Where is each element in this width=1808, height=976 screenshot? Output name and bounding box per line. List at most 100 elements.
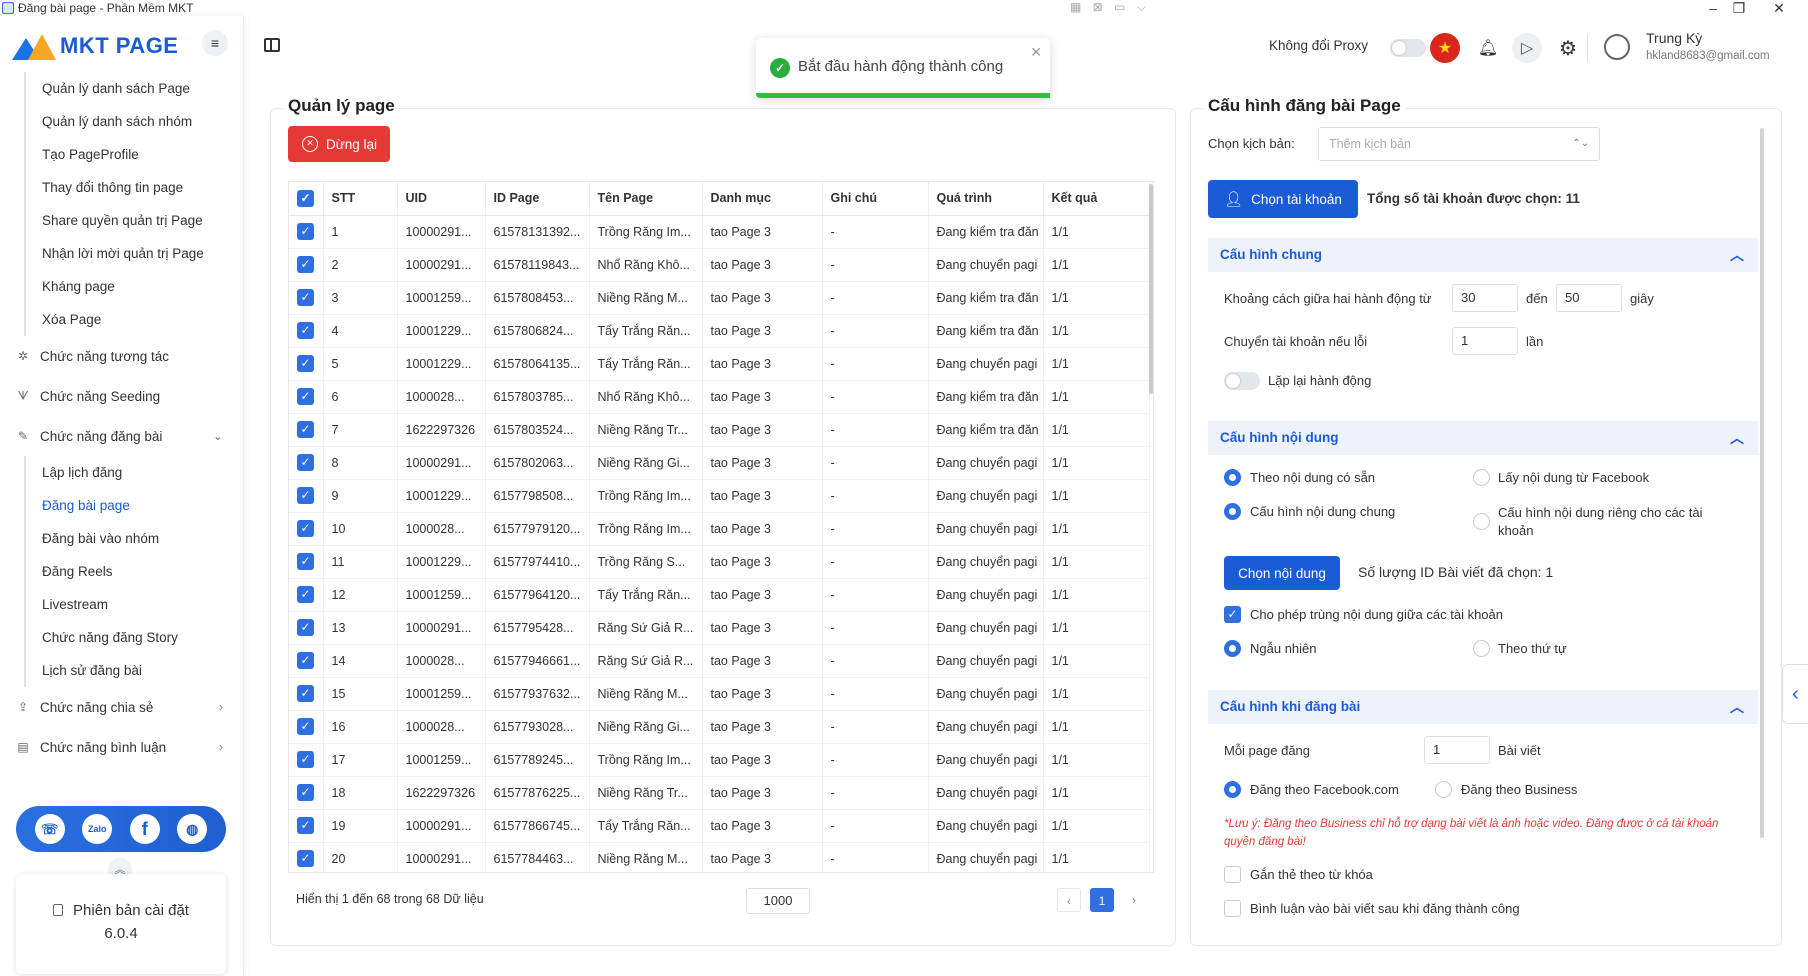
table-row[interactable]: ✓ 3 10001259... 6157808453... Niềng Răng M..… — [289, 281, 1150, 315]
table-row[interactable]: ✓ 6 1000028... 6157803785... Nhổ Răng Khô...… — [289, 380, 1150, 414]
table-row[interactable]: ✓ 4 10001229... 6157806824... Tẩy Trắng Răn.… — [289, 314, 1150, 348]
per-page-input[interactable]: 1 — [1424, 736, 1490, 764]
stop-button[interactable]: ✕ Dừng lại — [288, 126, 390, 162]
row-checkbox[interactable]: ✓ — [289, 380, 324, 414]
row-checkbox[interactable]: ✓ — [289, 677, 324, 711]
sidebar-group-posting[interactable]: ✎ Chức năng đăng bài ⌄ — [0, 416, 243, 456]
user-name[interactable]: Trung Kỳ — [1646, 30, 1702, 46]
row-checkbox[interactable]: ✓ — [289, 413, 324, 447]
sidebar-group-share[interactable]: ⇪ Chức năng chia sẻ › — [0, 687, 243, 727]
row-checkbox[interactable]: ✓ — [289, 809, 324, 843]
row-checkbox[interactable]: ✓ — [289, 479, 324, 513]
row-checkbox[interactable]: ✓ — [289, 644, 324, 678]
sidebar-item-livestream[interactable]: Livestream — [26, 588, 243, 621]
interval-from-input[interactable]: 30 — [1452, 284, 1518, 312]
sidebar-item-create-pageprofile[interactable]: Tạo PageProfile — [26, 138, 243, 171]
table-row[interactable]: ✓ 19 10000291... 61577866745... Tẩy Trắng Ră… — [289, 809, 1150, 843]
row-checkbox[interactable]: ✓ — [289, 743, 324, 777]
toast-close-icon[interactable]: ✕ — [1030, 44, 1042, 61]
radio-in-order[interactable] — [1473, 640, 1490, 657]
tag-keyword-checkbox[interactable] — [1224, 866, 1241, 883]
section-posting-header[interactable]: Cấu hình khi đăng bài ︿ — [1208, 690, 1758, 724]
radio-facebook-content[interactable] — [1473, 469, 1490, 486]
allow-duplicate-checkbox[interactable]: ✓ — [1224, 606, 1241, 623]
table-row[interactable]: ✓ 12 10001259... 61577964120... Tẩy Trắng Ră… — [289, 578, 1150, 612]
row-checkbox[interactable]: ✓ — [289, 611, 324, 645]
row-checkbox[interactable]: ✓ — [289, 578, 324, 612]
section-general-header[interactable]: Cấu hình chung ︿ — [1208, 238, 1758, 272]
prev-page-button[interactable]: ‹ — [1057, 888, 1081, 912]
table-row[interactable]: ✓ 8 10000291... 6157802063... Niềng Răng Gi.… — [289, 446, 1150, 480]
radio-common-content[interactable] — [1224, 503, 1241, 520]
sidebar-item-post-history[interactable]: Lịch sử đăng bài — [26, 654, 243, 687]
table-row[interactable]: ✓ 5 10001229... 61578064135... Tẩy Trắng Răn… — [289, 347, 1150, 381]
sidebar-item-schedule[interactable]: Lập lịch đăng — [26, 456, 243, 489]
row-checkbox[interactable]: ✓ — [289, 710, 324, 744]
row-checkbox[interactable]: ✓ — [289, 248, 324, 282]
sidebar-item-post-group[interactable]: Đăng bài vào nhóm — [26, 522, 243, 555]
bell-icon[interactable]: 🔔︎ — [1473, 33, 1503, 63]
radio-post-business[interactable] — [1435, 781, 1452, 798]
sidebar-item-page-list[interactable]: Quản lý danh sách Page — [26, 72, 243, 105]
choose-account-button[interactable]: 👤︎ Chọn tài khoản — [1208, 180, 1358, 218]
avatar[interactable] — [1604, 34, 1630, 60]
sidebar-group-comment[interactable]: ▤ Chức năng bình luận › — [0, 727, 243, 767]
sidebar-item-reels[interactable]: Đăng Reels — [26, 555, 243, 588]
sidebar-item-change-page-info[interactable]: Thay đổi thông tin page — [26, 171, 243, 204]
table-row[interactable]: ✓ 18 1622297326 61577876225... Niềng Răng Tr… — [289, 776, 1150, 810]
table-row[interactable]: ✓ 14 1000028... 61577946661... Răng Sứ Giả R… — [289, 644, 1150, 678]
page-button[interactable]: 1 — [1090, 888, 1114, 912]
next-page-button[interactable]: › — [1122, 888, 1146, 912]
row-checkbox[interactable]: ✓ — [289, 545, 324, 579]
column-header[interactable]: UID — [397, 182, 486, 216]
column-header[interactable]: Quá trình — [928, 182, 1044, 216]
row-checkbox[interactable]: ✓ — [289, 347, 324, 381]
sidebar-item-share-admin[interactable]: Share quyền quản trị Page — [26, 204, 243, 237]
script-select[interactable]: Thêm kịch bản ⌃⌄ — [1318, 127, 1600, 161]
table-row[interactable]: ✓ 11 10001229... 61577974410... Trồng Răng S… — [289, 545, 1150, 579]
radio-private-content[interactable] — [1473, 513, 1490, 530]
row-checkbox[interactable]: ✓ — [289, 446, 324, 480]
sidebar-group-seeding[interactable]: ᗐ Chức năng Seeding — [0, 376, 243, 416]
choose-content-button[interactable]: Chọn nội dung — [1224, 556, 1340, 590]
comment-after-checkbox[interactable] — [1224, 900, 1241, 917]
table-row[interactable]: ✓ 17 10001259... 6157789245... Trồng Răng Im… — [289, 743, 1150, 777]
row-checkbox[interactable]: ✓ — [289, 776, 324, 810]
column-header[interactable]: STT — [323, 182, 398, 216]
table-row[interactable]: ✓ 10 1000028... 61577979120... Trồng Răng Im… — [289, 512, 1150, 546]
row-checkbox[interactable]: ✓ — [289, 842, 324, 872]
window-tools-icon[interactable]: ▦ ⊠ ▭ ⌵ — [1070, 0, 1150, 15]
table-row[interactable]: ✓ 16 1000028... 6157793028... Niềng Răng Gi.… — [289, 710, 1150, 744]
config-scrollbar[interactable] — [1760, 128, 1764, 838]
select-all-checkbox[interactable]: ✓ — [289, 182, 324, 216]
column-header[interactable]: Danh mục — [702, 182, 823, 216]
layout-toggle-icon[interactable] — [264, 38, 280, 52]
vietnam-flag-icon[interactable]: ★ — [1430, 33, 1460, 63]
table-row[interactable]: ✓ 13 10000291... 6157795428... Răng Sứ Giả R… — [289, 611, 1150, 645]
row-checkbox[interactable]: ✓ — [289, 314, 324, 348]
row-checkbox[interactable]: ✓ — [289, 215, 324, 249]
section-content-header[interactable]: Cấu hình nội dung ︿ — [1208, 421, 1758, 455]
sidebar-item-delete-page[interactable]: Xóa Page — [26, 303, 243, 336]
side-panel-toggle-icon[interactable]: ‹ — [1782, 664, 1808, 724]
menu-toggle-icon[interactable]: ≡ — [202, 30, 228, 56]
radio-existing-content[interactable] — [1224, 469, 1241, 486]
page-size-select[interactable]: 1000 — [746, 888, 810, 914]
row-checkbox[interactable]: ✓ — [289, 512, 324, 546]
sidebar-item-story[interactable]: Chức năng đăng Story — [26, 621, 243, 654]
switch-account-input[interactable]: 1 — [1452, 327, 1518, 355]
table-row[interactable]: ✓ 20 10000291... 6157784463... Niềng Răng M.… — [289, 842, 1150, 872]
column-header[interactable]: Tên Page — [589, 182, 703, 216]
table-row[interactable]: ✓ 2 10000291... 61578119843... Nhổ Răng Khô.… — [289, 248, 1150, 282]
row-checkbox[interactable]: ✓ — [289, 281, 324, 315]
table-row[interactable]: ✓ 15 10001259... 61577937632... Niềng Răng M… — [289, 677, 1150, 711]
column-header[interactable]: Ghi chú — [822, 182, 929, 216]
facebook-icon[interactable]: f — [129, 814, 160, 844]
close-button[interactable]: ✕ — [1756, 0, 1802, 16]
sidebar-item-accept-admin[interactable]: Nhận lời mời quản trị Page — [26, 237, 243, 270]
play-icon[interactable]: ▷ — [1512, 33, 1542, 63]
sidebar-item-group-list[interactable]: Quản lý danh sách nhóm — [26, 105, 243, 138]
table-row[interactable]: ✓ 1 10000291... 61578131392... Trồng Răng Im… — [289, 215, 1150, 249]
sidebar-item-appeal-page[interactable]: Kháng page — [26, 270, 243, 303]
radio-random[interactable] — [1224, 640, 1241, 657]
